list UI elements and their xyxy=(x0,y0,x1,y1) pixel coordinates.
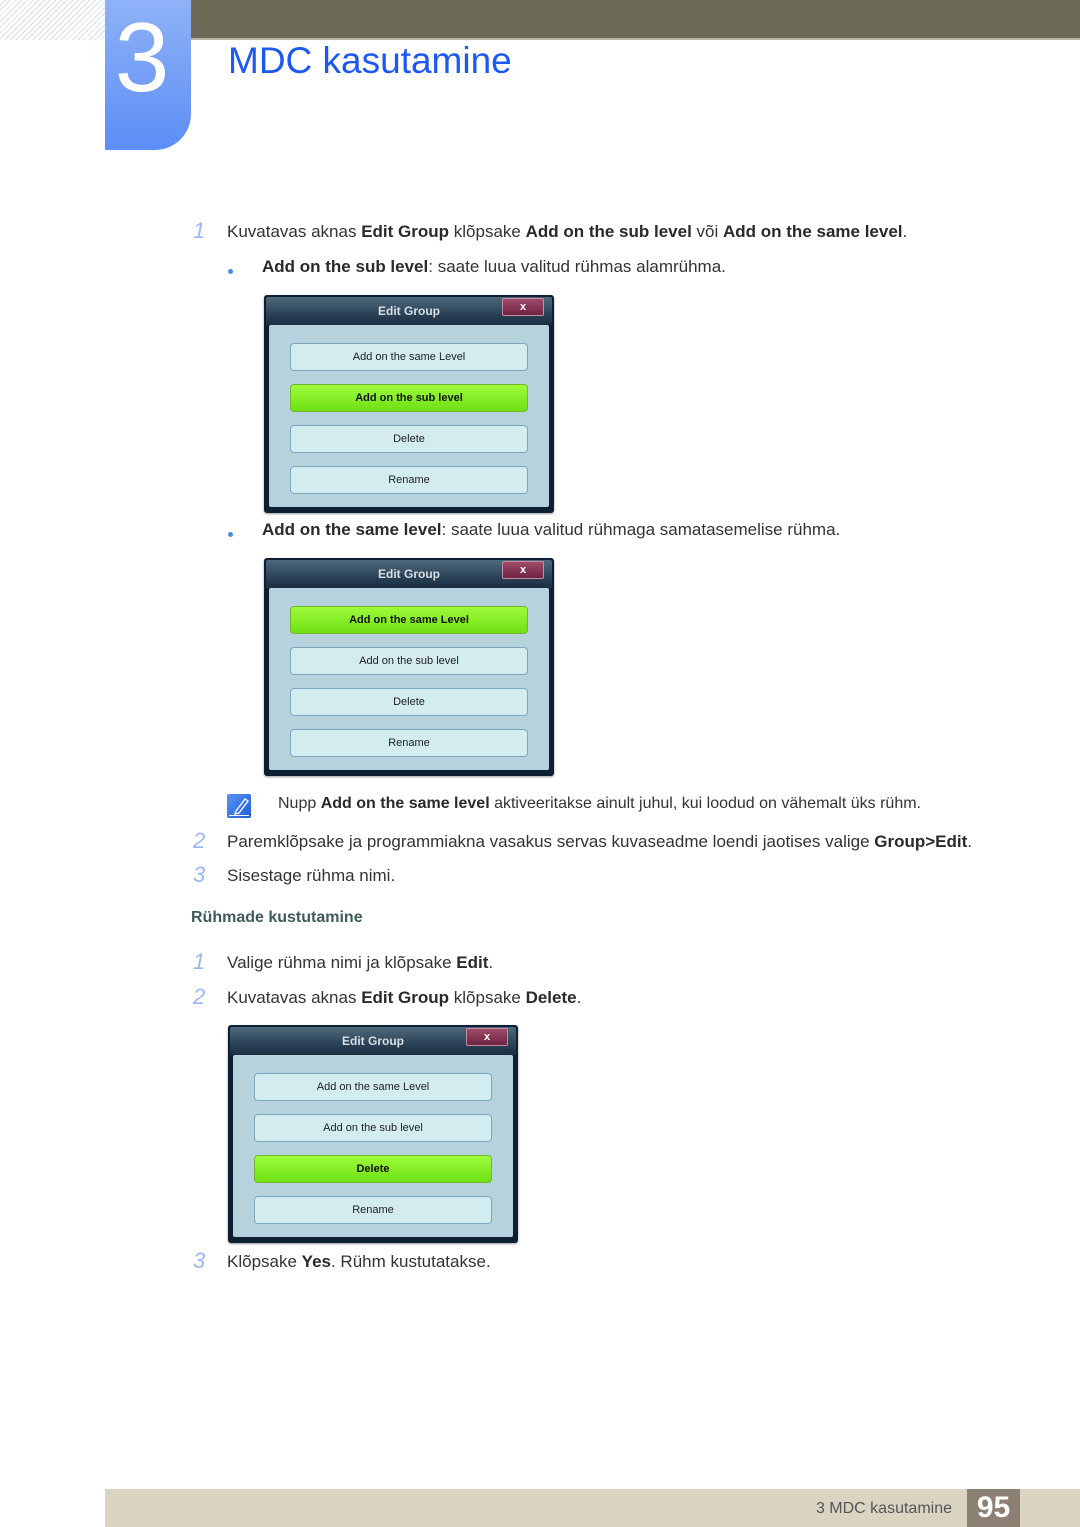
close-button[interactable]: x xyxy=(502,561,544,579)
bold-term: Yes xyxy=(301,1252,331,1271)
note-pencil-icon xyxy=(227,794,251,818)
chapter-title: MDC kasutamine xyxy=(228,40,512,81)
add-on-the-same-level-button[interactable]: Add on the same Level xyxy=(254,1073,492,1101)
bold-term: Edit Group xyxy=(361,222,450,241)
edit-group-dialog: Edit Group x Add on the same Level Add on t… xyxy=(228,1025,518,1243)
text-run: klõpsake xyxy=(449,988,526,1007)
add-on-the-sub-level-button[interactable]: Add on the sub level xyxy=(290,384,528,412)
step-text: Klõpsake Yes. Rühm kustutatakse. xyxy=(227,1252,491,1272)
text-run: . xyxy=(576,988,582,1007)
step-number: 3 xyxy=(193,862,206,887)
page-number: 95 xyxy=(967,1489,1020,1527)
add-on-the-same-level-button[interactable]: Add on the same Level xyxy=(290,606,528,634)
bullet-term: Add on the same level xyxy=(262,520,442,539)
bullet-sub-level: Add on the sub level: saate luua valitud… xyxy=(262,257,726,277)
chapter-number: 3 xyxy=(114,2,170,112)
bold-term: Add on the same level xyxy=(723,222,903,241)
bullet-same-level: Add on the same level: saate luua valitu… xyxy=(262,520,840,540)
text-run: Klõpsake xyxy=(227,1252,302,1271)
chapter-tab: 3 xyxy=(105,0,191,150)
edit-group-dialog: Edit Group x Add on the same Level Add on t… xyxy=(264,558,554,776)
dialog-titlebar[interactable]: Edit Group x xyxy=(266,297,552,325)
step-number: 3 xyxy=(193,1248,206,1273)
bullet-dot xyxy=(228,532,233,537)
bold-term: Edit xyxy=(456,953,489,972)
edit-group-dialog: Edit Group x Add on the same Level Add on t… xyxy=(264,295,554,513)
footer-chapter-label: 3 MDC kasutamine xyxy=(815,1500,952,1517)
close-button[interactable]: x xyxy=(502,298,544,316)
dialog-body: Add on the same Level Add on the sub leve… xyxy=(269,325,549,507)
text-run: Kuvatavas aknas xyxy=(227,988,362,1007)
note-prefix: Nupp xyxy=(278,795,321,812)
text-run: Paremklõpsake ja programmiakna vasakus s… xyxy=(227,832,875,851)
text-run: . Rühm kustutatakse. xyxy=(330,1252,491,1271)
text-run: Kuvatavas aknas xyxy=(227,222,362,241)
text-run: või xyxy=(691,222,724,241)
text-run: . xyxy=(488,953,494,972)
text-run: . xyxy=(902,222,908,241)
delete-button[interactable]: Delete xyxy=(290,425,528,453)
step-number: 1 xyxy=(193,949,206,974)
step-text: Paremklõpsake ja programmiakna vasakus s… xyxy=(227,832,972,852)
close-button[interactable]: x xyxy=(466,1028,508,1046)
note-bold: Add on the same level xyxy=(320,795,490,812)
note-text: Nupp Add on the same level aktiveeritaks… xyxy=(278,795,921,813)
rename-button[interactable]: Rename xyxy=(254,1196,492,1224)
text-run: klõpsake xyxy=(449,222,526,241)
bullet-term: Add on the sub level xyxy=(262,257,429,276)
step-number: 2 xyxy=(193,984,206,1009)
rename-button[interactable]: Rename xyxy=(290,466,528,494)
add-on-the-sub-level-button[interactable]: Add on the sub level xyxy=(254,1114,492,1142)
step-text: Kuvatavas aknas Edit Group klõpsake Add … xyxy=(227,222,907,242)
bullet-dot xyxy=(228,269,233,274)
section-heading: Rühmade kustutamine xyxy=(191,909,363,926)
page-footer: 3 MDC kasutamine 95 xyxy=(105,1489,1080,1527)
add-on-the-same-level-button[interactable]: Add on the same Level xyxy=(290,343,528,371)
bullet-desc: : saate luua valitud rühmaga samatasemel… xyxy=(441,520,841,539)
step-number: 1 xyxy=(193,218,206,243)
text-run: Sisestage rühma nimi. xyxy=(227,866,396,885)
bold-term: Group>Edit xyxy=(874,832,968,851)
step-text: Sisestage rühma nimi. xyxy=(227,866,395,886)
bold-term: Delete xyxy=(525,988,577,1007)
text-run: Valige rühma nimi ja klõpsake xyxy=(227,953,457,972)
step-number: 2 xyxy=(193,828,206,853)
delete-button[interactable]: Delete xyxy=(290,688,528,716)
bold-term: Add on the sub level xyxy=(525,222,692,241)
step-text: Kuvatavas aknas Edit Group klõpsake Dele… xyxy=(227,988,581,1008)
bold-term: Edit Group xyxy=(361,988,450,1007)
dialog-titlebar[interactable]: Edit Group x xyxy=(230,1027,516,1055)
dialog-titlebar[interactable]: Edit Group x xyxy=(266,560,552,588)
add-on-the-sub-level-button[interactable]: Add on the sub level xyxy=(290,647,528,675)
decorative-hatch xyxy=(0,0,105,40)
step-text: Valige rühma nimi ja klõpsake Edit. xyxy=(227,953,493,973)
dialog-body: Add on the same Level Add on the sub leve… xyxy=(269,588,549,770)
text-run: . xyxy=(967,832,973,851)
header-bar xyxy=(190,0,1080,40)
bullet-desc: : saate luua valitud rühmas alamrühma. xyxy=(428,257,726,276)
rename-button[interactable]: Rename xyxy=(290,729,528,757)
delete-button[interactable]: Delete xyxy=(254,1155,492,1183)
note-suffix: aktiveeritakse ainult juhul, kui loodud … xyxy=(489,795,921,812)
dialog-body: Add on the same Level Add on the sub leve… xyxy=(233,1055,513,1237)
